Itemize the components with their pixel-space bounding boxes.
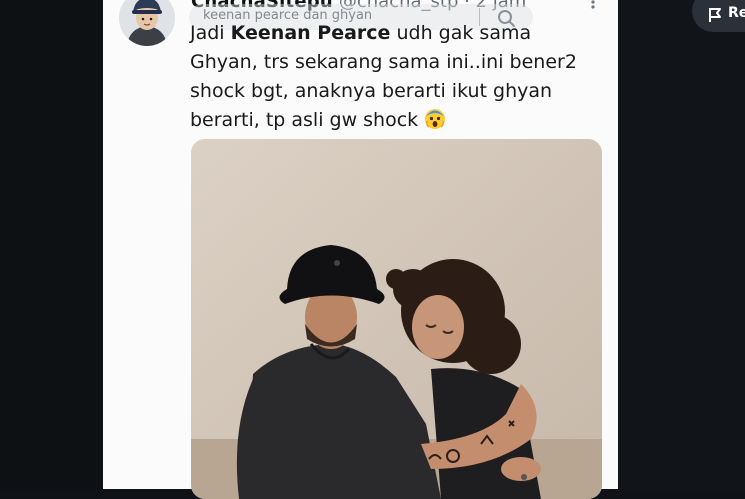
text-segment: Jadi	[190, 22, 231, 44]
text-segment: udh gak sama	[390, 22, 532, 44]
more-options-icon[interactable]	[584, 0, 602, 14]
tweet-text-line-1: Jadi Keenan Pearce udh gak sama	[190, 19, 600, 48]
tweet-text-line-2: Ghyan, trs sekarang sama ini..ini bener2	[190, 51, 577, 73]
tweet-card[interactable]: ChachaSitepu @chacha_stp · 2 jam keenan p…	[103, 0, 618, 499]
report-button[interactable]: Re	[692, 0, 745, 32]
tweet-photo[interactable]	[191, 139, 602, 499]
right-dark-gutter	[618, 0, 745, 489]
left-dark-gutter	[0, 0, 103, 489]
tweet-text-line-3: shock bgt, anaknya berarti ikut ghyan	[190, 80, 553, 102]
shocked-face-emoji-icon	[425, 109, 446, 129]
report-label: Re	[728, 5, 745, 21]
text-segment: berarti, tp asli gw shock	[190, 109, 419, 131]
tweet-text: Jadi Keenan Pearce udh gak sama Ghyan, t…	[190, 19, 600, 135]
avatar-illustration	[119, 0, 175, 46]
avatar[interactable]	[119, 0, 175, 46]
tweet-text-line-4: berarti, tp asli gw shock	[190, 106, 600, 135]
photo-illustration	[191, 139, 602, 499]
flag-icon	[709, 8, 721, 22]
keyword-keenan-pearce[interactable]: Keenan Pearce	[231, 22, 391, 44]
screen: ChachaSitepu @chacha_stp · 2 jam keenan p…	[0, 0, 745, 499]
